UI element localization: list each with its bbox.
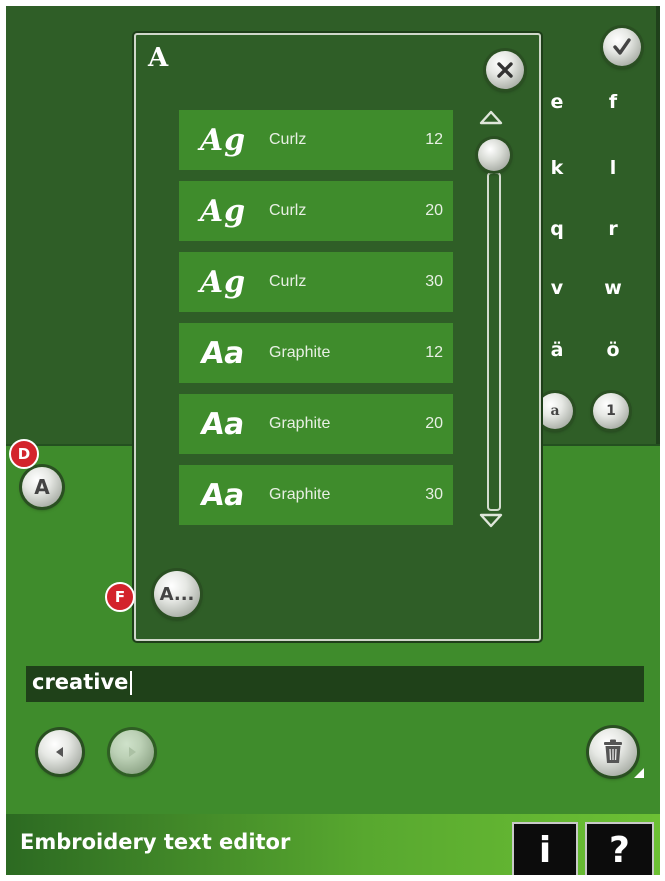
key-f[interactable]: f [593, 82, 633, 122]
panel-letter: A [148, 43, 169, 73]
footer-title: Embroidery text editor [20, 830, 291, 854]
font-item-graphite-30[interactable]: Aa Graphite 30 [179, 465, 453, 525]
font-selection-panel: A Ag Curlz 12 Ag Curlz 20 Ag Curlz 30 Aa… [134, 33, 541, 641]
lowercase-mode-button[interactable]: a [537, 393, 573, 429]
font-name: Graphite [269, 486, 331, 503]
help-button[interactable]: ? [585, 822, 654, 875]
font-sample: Aa [198, 335, 248, 371]
info-button[interactable]: i [512, 822, 578, 875]
number-mode-button[interactable]: 1 [593, 393, 629, 429]
scrollbar-track[interactable] [487, 172, 501, 511]
corner-indicator-icon [634, 768, 644, 778]
key-k[interactable]: k [537, 148, 577, 188]
font-name: Graphite [269, 415, 331, 432]
embroidery-text-editor-screen: e f k l q r v w ä ö a 1 A D A Ag Curlz 1… [6, 6, 660, 875]
delete-button[interactable] [589, 728, 637, 776]
font-item-curlz-20[interactable]: Ag Curlz 20 [179, 181, 453, 241]
font-name: Curlz [269, 131, 307, 148]
scroll-up-arrow-icon[interactable] [478, 109, 504, 125]
font-button[interactable]: A [22, 467, 62, 507]
close-button[interactable] [486, 51, 524, 89]
cursor-left-button[interactable] [38, 730, 82, 774]
font-name: Curlz [269, 273, 307, 290]
confirm-button[interactable] [603, 28, 641, 66]
close-icon [497, 62, 513, 78]
font-sample: Ag [199, 122, 247, 158]
left-arrow-icon [56, 747, 63, 757]
key-e[interactable]: e [537, 82, 577, 122]
text-value: creative [32, 670, 133, 695]
font-size: 12 [425, 131, 443, 148]
check-icon [613, 38, 631, 55]
font-sample: Aa [198, 477, 248, 513]
key-a-umlaut[interactable]: ä [537, 330, 577, 370]
font-size: 30 [425, 273, 443, 290]
cursor-right-button[interactable] [110, 730, 154, 774]
font-item-curlz-12[interactable]: Ag Curlz 12 [179, 110, 453, 170]
scrollbar-thumb[interactable] [478, 139, 510, 171]
font-sample: Ag [199, 193, 247, 229]
font-item-graphite-20[interactable]: Aa Graphite 20 [179, 394, 453, 454]
font-sample: Ag [199, 264, 247, 300]
text-input-field[interactable]: creative [26, 666, 644, 702]
font-size: 20 [425, 415, 443, 432]
text-cursor [130, 671, 133, 695]
key-v[interactable]: v [537, 268, 577, 308]
panel-edge [656, 6, 660, 444]
right-arrow-icon [129, 747, 136, 757]
font-item-curlz-30[interactable]: Ag Curlz 30 [179, 252, 453, 312]
footer-bar: Embroidery text editor i ? [6, 814, 660, 875]
font-name: Graphite [269, 344, 331, 361]
key-w[interactable]: w [593, 268, 633, 308]
font-size: 12 [425, 344, 443, 361]
marker-f: F [105, 582, 135, 612]
font-item-graphite-12[interactable]: Aa Graphite 12 [179, 323, 453, 383]
more-fonts-button[interactable]: A... [154, 571, 200, 617]
marker-d: D [9, 439, 39, 469]
key-o-umlaut[interactable]: ö [593, 330, 633, 370]
font-name: Curlz [269, 202, 307, 219]
font-size: 20 [425, 202, 443, 219]
font-size: 30 [425, 486, 443, 503]
scroll-down-arrow-icon[interactable] [478, 513, 504, 529]
key-l[interactable]: l [593, 148, 633, 188]
trash-icon [604, 739, 622, 763]
key-r[interactable]: r [593, 209, 633, 249]
font-sample: Aa [198, 406, 248, 442]
key-q[interactable]: q [537, 209, 577, 249]
